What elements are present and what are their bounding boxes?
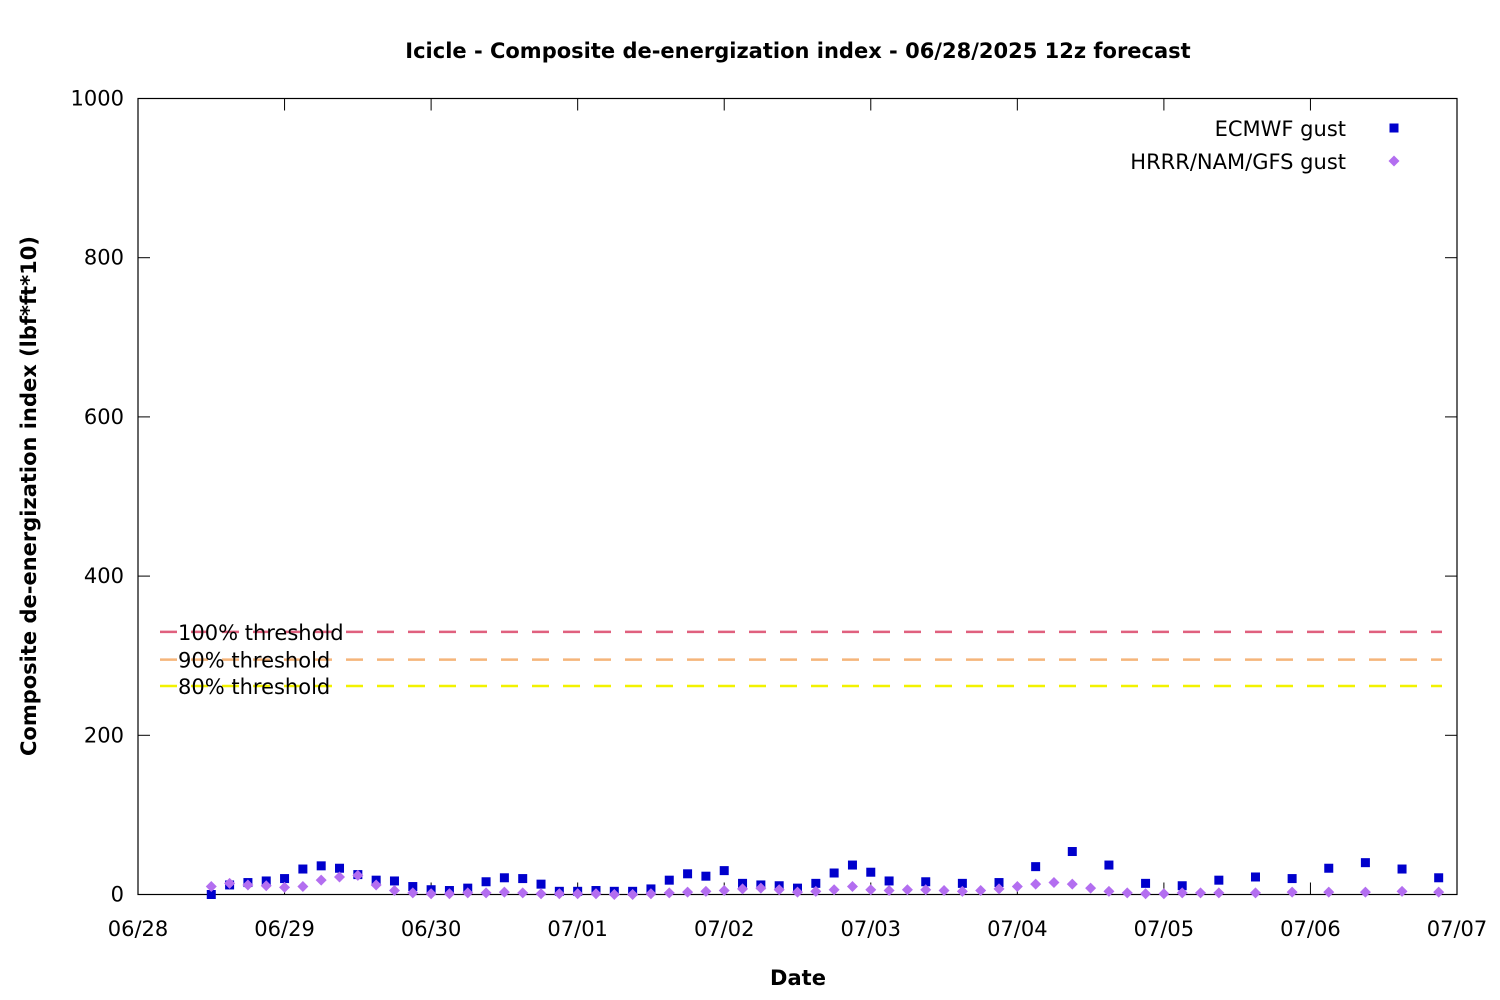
data-point-diamond [828,884,840,896]
x-tick-label: 07/01 [547,917,608,941]
data-point-diamond [682,886,694,898]
y-tick-label: 400 [84,564,124,588]
data-point-square [335,863,345,873]
y-axis-label: Composite de-energization index (lbf*ft*… [17,236,41,756]
data-point-diamond [1048,877,1060,889]
data-point-diamond [1195,887,1207,899]
data-point-diamond [1158,888,1170,900]
data-point-square [316,861,326,871]
data-point-diamond [1286,886,1298,898]
x-tick-label: 07/04 [987,917,1048,941]
legend-marker-square [1389,123,1399,133]
data-point-diamond [297,881,309,893]
data-point-square [389,876,399,886]
legend-marker-diamond [1388,155,1400,167]
x-tick-label: 07/05 [1134,917,1195,941]
data-point-square [1397,864,1407,874]
legend-label: ECMWF gust [1215,117,1346,141]
data-point-diamond [1066,878,1078,890]
data-point-square [829,868,839,878]
data-point-square [1250,872,1260,882]
data-point-diamond [1085,882,1097,894]
data-point-square [884,876,894,886]
x-tick-label: 06/30 [401,917,462,941]
x-tick-label: 07/07 [1427,917,1488,941]
data-point-square [298,864,308,874]
data-point-diamond [1103,885,1115,897]
legend-label: HRRR/NAM/GFS gust [1130,150,1346,174]
y-tick-label: 200 [84,723,124,747]
x-tick-label: 06/29 [254,917,315,941]
y-tick-label: 0 [111,883,124,907]
series-layer [205,847,1445,900]
data-point-square [683,869,693,879]
x-axis-label: Date [770,966,826,990]
data-point-diamond [865,884,877,896]
data-point-diamond [279,881,291,893]
data-point-diamond [1323,886,1335,898]
data-point-square [1360,858,1370,868]
data-point-square [1434,873,1444,883]
threshold-label: 90% threshold [178,649,330,673]
data-point-diamond [1359,886,1371,898]
x-tick-label: 07/03 [841,917,902,941]
data-point-diamond [1249,887,1261,899]
data-point-square [1287,874,1297,884]
data-point-diamond [1030,878,1042,890]
data-point-square [701,871,711,881]
x-tick-label: 07/02 [694,917,755,941]
data-point-diamond [1140,888,1152,900]
data-point-diamond [1213,887,1225,899]
data-point-square [499,873,509,883]
data-point-square [1031,862,1041,872]
data-point-square [1067,847,1077,857]
data-point-square [518,874,528,884]
data-point-square [1214,875,1224,885]
y-tick-label: 600 [84,405,124,429]
x-axis: 06/28 06/29 06/30 07/01 07/02 07/03 07/04 07/05… [108,98,1488,941]
data-point-square [1324,863,1334,873]
threshold-label: 80% threshold [178,675,330,699]
data-point-diamond [1433,886,1445,898]
data-point-square [664,875,674,885]
x-tick-label: 07/06 [1280,917,1341,941]
y-tick-label: 800 [84,246,124,270]
data-point-diamond [535,888,547,900]
threshold-lines: 100% threshold 90% threshold80% threshold [160,621,1442,699]
x-tick-label: 06/28 [108,917,169,941]
data-point-square [719,866,729,876]
plot-border [137,97,1458,896]
data-point-diamond [517,887,529,899]
data-point-square [866,867,876,877]
data-point-diamond [315,874,327,886]
data-point-diamond [480,887,492,899]
legend: ECMWF gust HRRR/NAM/GFS gust [1130,117,1400,174]
threshold-label: 100% threshold [178,621,344,645]
data-point-square [1141,878,1151,888]
data-point-diamond [1121,887,1133,899]
data-point-diamond [498,886,510,898]
y-axis: 0 200 400 600 800 1000 [71,87,1457,907]
data-point-square [481,877,491,887]
data-point-square [1104,860,1114,870]
data-point-square [536,879,546,889]
data-point-diamond [700,885,712,897]
chart-canvas: Icicle - Composite de-energization index… [17,39,1488,990]
data-point-diamond [901,884,913,896]
data-point-square [280,874,290,884]
data-point-diamond [334,871,346,883]
data-point-diamond [846,881,858,893]
data-point-diamond [663,887,675,899]
chart-title: Icicle - Composite de-energization index… [405,39,1190,63]
data-point-diamond [1396,885,1408,897]
data-point-square [847,860,857,870]
y-tick-label: 1000 [71,87,124,111]
data-point-diamond [1011,881,1023,893]
